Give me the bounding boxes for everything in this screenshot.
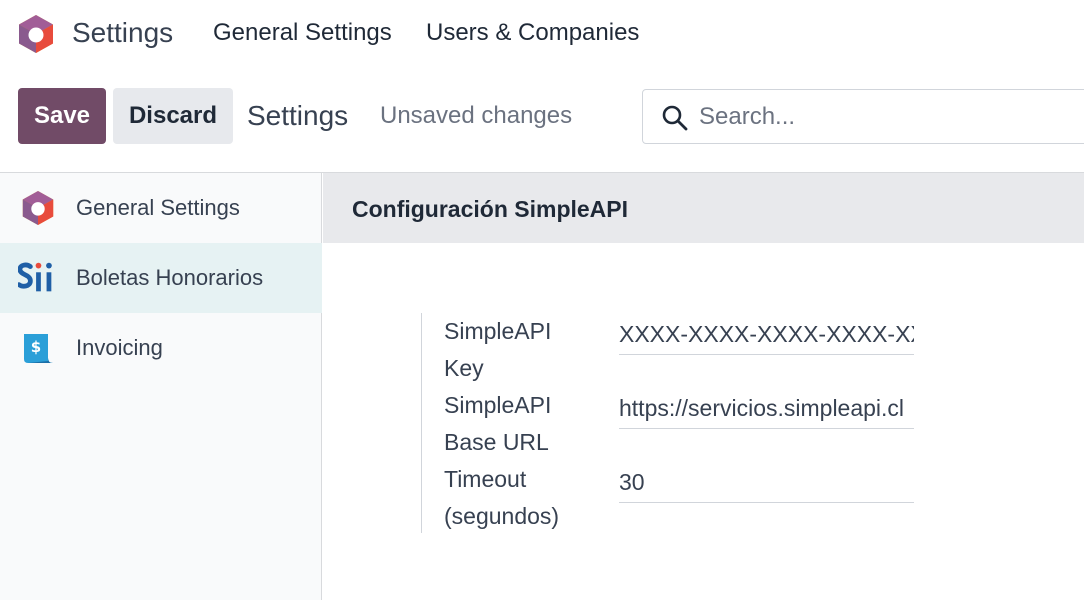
timeout-input[interactable] (619, 463, 914, 503)
discard-button[interactable]: Discard (113, 88, 233, 144)
odoo-hexagon-icon (18, 188, 58, 228)
save-button[interactable]: Save (18, 88, 106, 144)
breadcrumb: Settings (247, 100, 349, 131)
sidebar-item-invoicing[interactable]: $ Invoicing (0, 313, 322, 383)
unsaved-changes-status: Unsaved changes (380, 102, 573, 129)
invoicing-icon: $ (18, 328, 58, 368)
section-title: Configuración SimpleAPI (352, 196, 629, 222)
simpleapi-key-label: SimpleAPI Key (444, 318, 552, 381)
search-input[interactable] (699, 98, 1079, 136)
simpleapi-key-input[interactable] (619, 315, 914, 355)
sidebar-item-label: Invoicing (76, 335, 163, 360)
search-icon (662, 105, 688, 131)
sii-logo-icon (18, 258, 58, 298)
sidebar-item-label: General Settings (76, 195, 240, 220)
setting-box: SimpleAPI Key SimpleAPI Base URL Timeout… (421, 313, 921, 533)
top-navbar: Settings General Settings Users & Compan… (0, 0, 1084, 70)
simpleapi-base-url-label: SimpleAPI Base URL (444, 392, 552, 455)
settings-sidebar: General Settings Boletas Honorarios $ In… (0, 173, 322, 600)
nav-users-companies[interactable]: Users & Companies (426, 19, 639, 47)
section-header: Configuración SimpleAPI (323, 173, 1084, 243)
odoo-hexagon-icon[interactable] (17, 14, 55, 54)
sidebar-item-general-settings[interactable]: General Settings (0, 173, 322, 243)
nav-general-settings[interactable]: General Settings (213, 19, 392, 47)
app-title: Settings (72, 17, 174, 48)
search-box[interactable] (642, 89, 1084, 144)
svg-text:$: $ (31, 338, 41, 356)
timeout-label: Timeout (segundos) (444, 466, 560, 529)
simpleapi-base-url-input[interactable] (619, 389, 914, 429)
sidebar-item-boletas-honorarios[interactable]: Boletas Honorarios (0, 243, 322, 313)
sidebar-item-label: Boletas Honorarios (76, 265, 264, 290)
